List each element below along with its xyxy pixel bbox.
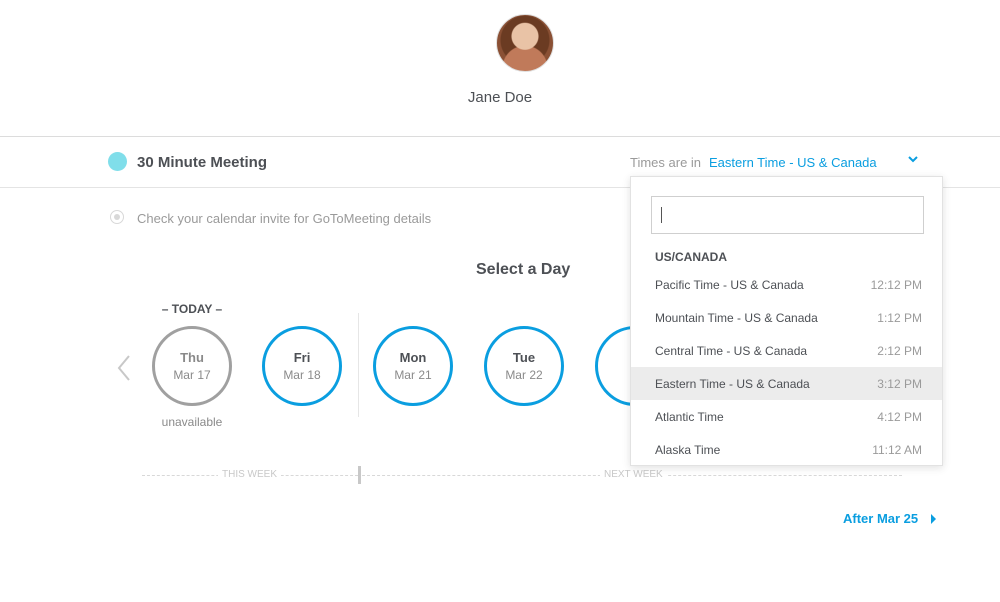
timezone-option-central[interactable]: Central Time - US & Canada 2:12 PM <box>631 334 942 367</box>
day-date: Mar 21 <box>394 368 432 382</box>
timezone-option-alaska[interactable]: Alaska Time 11:12 AM <box>631 433 942 466</box>
day-of-week: Fri <box>293 350 311 365</box>
next-week-label: NEXT WEEK <box>600 469 667 480</box>
event-title: 30 Minute Meeting <box>137 154 268 171</box>
timezone-time: 2:12 PM <box>877 343 922 358</box>
timezone-dropdown: US/CANADA Pacific Time - US & Canada 12:… <box>630 176 943 466</box>
timezone-option-mountain[interactable]: Mountain Time - US & Canada 1:12 PM <box>631 301 942 334</box>
after-date-link[interactable]: After Mar 25 <box>843 511 918 526</box>
day-of-week: Tue <box>512 350 536 365</box>
day-fri-mar-18[interactable]: Fri Mar 18 <box>262 326 342 406</box>
host-name: Jane Doe <box>467 89 533 106</box>
caret-right-icon[interactable] <box>931 514 936 524</box>
day-date: Mar 22 <box>505 368 543 382</box>
timezone-time: 3:12 PM <box>877 376 922 391</box>
select-day-heading: Select a Day <box>476 261 571 278</box>
chevron-left-icon[interactable] <box>116 353 132 383</box>
text-cursor <box>661 207 662 223</box>
week-marker <box>358 466 361 484</box>
timezone-label: Times are in <box>630 155 702 170</box>
timezone-group-label: US/CANADA <box>655 250 727 264</box>
timezone-name: Alaska Time <box>655 442 721 457</box>
chevron-down-icon[interactable] <box>906 152 920 166</box>
timezone-option-pacific[interactable]: Pacific Time - US & Canada 12:12 PM <box>631 268 942 301</box>
header-divider-top <box>0 136 1000 137</box>
day-date: Mar 18 <box>283 368 321 382</box>
day-mon-mar-21[interactable]: Mon Mar 21 <box>373 326 453 406</box>
timezone-time: 1:12 PM <box>877 310 922 325</box>
this-week-label: THIS WEEK <box>218 469 282 480</box>
unavailable-label: unavailable <box>161 415 223 429</box>
timezone-name: Central Time - US & Canada <box>655 343 808 358</box>
timezone-name: Atlantic Time <box>655 409 724 424</box>
timezone-list: Pacific Time - US & Canada 12:12 PM Moun… <box>631 268 942 466</box>
timezone-name: Mountain Time - US & Canada <box>655 310 818 325</box>
timezone-time: 12:12 PM <box>870 277 922 292</box>
today-label: – TODAY – <box>161 302 223 316</box>
location-icon <box>110 210 124 224</box>
timezone-name: Pacific Time - US & Canada <box>655 277 804 292</box>
day-date: Mar 17 <box>173 368 211 382</box>
timezone-search-input[interactable] <box>651 196 924 234</box>
timezone-time: 4:12 PM <box>877 409 922 424</box>
day-of-week: Mon <box>399 350 427 365</box>
timezone-option-eastern[interactable]: Eastern Time - US & Canada 3:12 PM <box>631 367 942 400</box>
day-of-week: Thu <box>180 350 204 365</box>
timezone-name: Eastern Time - US & Canada <box>655 376 810 391</box>
timezone-time: 11:12 AM <box>872 442 922 457</box>
timezone-option-atlantic[interactable]: Atlantic Time 4:12 PM <box>631 400 942 433</box>
event-color-dot <box>108 152 127 171</box>
day-tue-mar-22[interactable]: Tue Mar 22 <box>484 326 564 406</box>
day-thu-mar-17: Thu Mar 17 <box>152 326 232 406</box>
location-details: Check your calendar invite for GoToMeeti… <box>137 211 432 226</box>
host-avatar <box>496 14 554 72</box>
week-separator <box>358 313 359 417</box>
timezone-selector[interactable]: Eastern Time - US & Canada <box>709 155 877 170</box>
